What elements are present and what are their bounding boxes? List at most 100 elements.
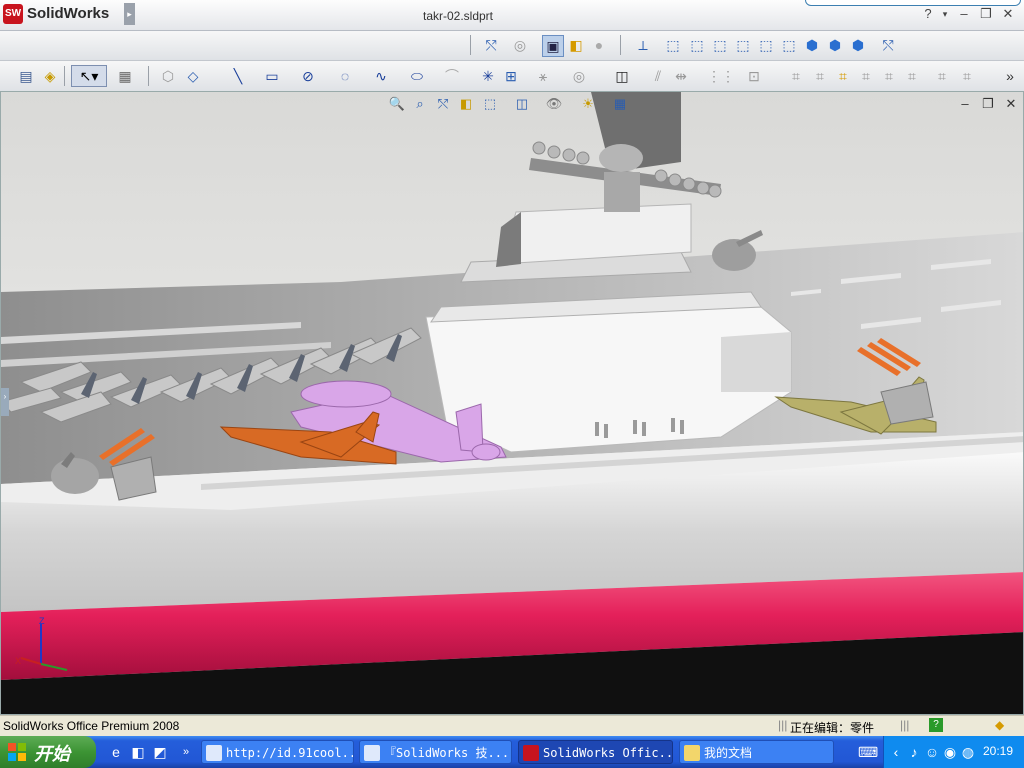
hide-show-items-icon[interactable]: 👁 — [545, 95, 563, 113]
task-label: 『SolidWorks 技... — [384, 746, 510, 760]
rapid-sketch-icon[interactable]: ⌗ — [833, 66, 853, 86]
panel-toggle-handle[interactable]: › — [1, 388, 9, 416]
toolbar-separator — [470, 35, 471, 55]
task-button-ie-2[interactable]: 『SolidWorks 技... — [359, 740, 512, 764]
zoom-to-fit-icon[interactable]: 🔍 — [388, 95, 406, 113]
task-label: SolidWorks Offic... — [543, 746, 673, 760]
property-manager-icon[interactable]: ▤ — [16, 66, 36, 86]
view-toolbar: ⤲ ◎ ▣ ◧ ● ⟂ ⬚ ⬚ ⬚ ⬚ ⬚ ⬚ ⬢ ⬢ ⬢ ⤲ — [0, 31, 1024, 61]
volume-icon[interactable]: ♪ — [906, 744, 922, 760]
top-view-icon[interactable]: ⬚ — [756, 35, 776, 55]
apply-scene-icon[interactable]: ▦ — [611, 95, 629, 113]
help-dropdown-icon[interactable]: ▾ — [937, 6, 953, 22]
sketch-picture-icon[interactable]: ⌗ — [879, 66, 899, 86]
instant-3d-icon[interactable]: ⌗ — [856, 66, 876, 86]
shaded-with-edges-icon[interactable]: ▣ — [542, 35, 564, 57]
arc-icon[interactable]: ◌ — [335, 66, 355, 86]
windows-flag-icon — [8, 743, 26, 761]
section-view-icon[interactable]: ◧ — [457, 95, 475, 113]
sketch-toolbar: ▤ ◈ ↖▾ ▦ ⬡ ◇ ╲ ▭ ⊘ ◌ ∿ ⬭ ⌒ ✳ ⊞ ⚹ ◎ ◫ ⫽ ⇹… — [0, 61, 1024, 92]
rebuild-icon[interactable]: ◈ — [40, 66, 60, 86]
shaded-icon[interactable]: ◧ — [566, 35, 586, 55]
tag-icon[interactable]: ◆ — [995, 718, 1009, 732]
left-view-icon[interactable]: ⬚ — [710, 35, 730, 55]
modify-sketch-icon[interactable]: ⌗ — [957, 66, 977, 86]
centerline-icon[interactable]: ⊞ — [501, 66, 521, 86]
start-button[interactable]: 开始 — [0, 736, 96, 768]
circle-icon[interactable]: ⊘ — [298, 66, 318, 86]
display-style-dropdown-icon[interactable]: ◫ — [513, 95, 531, 113]
sketch-text-icon[interactable]: ⌗ — [902, 66, 922, 86]
viewport-minimize-button[interactable]: – — [956, 95, 974, 113]
desktop-quicklaunch-icon[interactable]: ◩ — [152, 744, 168, 760]
axis-x-label: X — [15, 656, 21, 666]
hidden-lines-icon[interactable]: ◎ — [510, 35, 530, 55]
isometric-view-icon[interactable]: ⬢ — [802, 35, 822, 55]
media-quicklaunch-icon[interactable]: ◧ — [130, 744, 146, 760]
repair-sketch-icon[interactable]: ⌗ — [786, 66, 806, 86]
clock: 20:19 — [982, 744, 1013, 758]
security-icon[interactable]: ◉ — [942, 744, 958, 760]
normal-to-icon[interactable]: ⟂ — [633, 35, 653, 55]
task-button-my-documents[interactable]: 我的文档 — [679, 740, 834, 764]
previous-view-icon[interactable]: ⤲ — [434, 95, 452, 113]
title-bar: SW SolidWorks ▸ takr-02.sldprt ? ▾ – ❐ ✕ — [0, 0, 1024, 31]
restore-button[interactable]: ❐ — [978, 6, 994, 22]
mirror-icon[interactable]: ⫽ — [648, 66, 668, 86]
trim-icon[interactable]: ⚹ — [533, 66, 553, 86]
help-button[interactable]: ? — [920, 6, 936, 22]
minimize-button[interactable]: – — [956, 6, 972, 22]
quicklaunch-overflow-icon[interactable]: » — [178, 744, 194, 760]
check-sketch-icon[interactable]: ⌗ — [932, 66, 952, 86]
messenger-icon[interactable]: ☺ — [924, 744, 940, 760]
folder-icon — [684, 745, 700, 761]
convert-entities-icon[interactable]: ◫ — [612, 66, 632, 86]
task-label: http://id.91cool... — [226, 746, 354, 760]
select-button[interactable]: ↖▾ — [71, 65, 107, 87]
status-bar: SolidWorks Office Premium 2008 ||| 正在编辑：… — [0, 715, 1024, 736]
point-icon[interactable]: ✳ — [478, 66, 498, 86]
zoom-to-area-icon[interactable]: ⌕ — [411, 95, 429, 113]
relations-icon[interactable]: ⊡ — [744, 66, 764, 86]
close-button[interactable]: ✕ — [1000, 6, 1016, 22]
ship-model-render[interactable]: Z X — [1, 92, 1024, 715]
grid-icon[interactable]: ▦ — [115, 66, 135, 86]
move-entities-icon[interactable]: ⇹ — [671, 66, 691, 86]
task-button-solidworks[interactable]: SolidWorks Offic... — [518, 740, 673, 764]
trimetric-view-icon[interactable]: ⬢ — [825, 35, 845, 55]
windows-taskbar: 开始 e ◧ ◩ » http://id.91cool... 『SolidWor… — [0, 736, 1024, 768]
back-view-icon[interactable]: ⬚ — [687, 35, 707, 55]
edit-appearance-icon[interactable]: ☀ — [579, 95, 597, 113]
right-view-icon[interactable]: ⬚ — [733, 35, 753, 55]
task-label: 我的文档 — [704, 746, 753, 760]
dimetric-view-icon[interactable]: ⬢ — [848, 35, 868, 55]
bottom-view-icon[interactable]: ⬚ — [779, 35, 799, 55]
view-orientation-icon[interactable]: ⤲ — [481, 35, 501, 55]
view-selector-icon[interactable]: ⤲ — [878, 35, 898, 55]
smart-dimension-icon[interactable]: ◇ — [183, 66, 203, 86]
spline-icon[interactable]: ∿ — [371, 66, 391, 86]
front-view-icon[interactable]: ⬚ — [663, 35, 683, 55]
line-icon[interactable]: ╲ — [228, 66, 248, 86]
ie-quicklaunch-icon[interactable]: e — [108, 744, 124, 760]
tray-expand-icon[interactable]: ‹ — [888, 744, 904, 760]
view-orientation-dropdown-icon[interactable]: ⬚ — [481, 95, 499, 113]
shadows-icon[interactable]: ● — [589, 35, 609, 55]
linear-pattern-icon[interactable]: ⋮⋮ — [707, 66, 735, 86]
fillet-icon[interactable]: ⌒ — [442, 66, 462, 86]
status-separator: ||| — [900, 718, 910, 732]
network-icon[interactable]: ◍ — [960, 744, 976, 760]
keyboard-icon[interactable]: ⌨ — [858, 744, 878, 760]
graphics-viewport[interactable]: Z X 🔍 ⌕ ⤲ ◧ ⬚ ◫ 👁 ☀ ▦ – ❐ ✕ › — [0, 91, 1024, 715]
offset-icon[interactable]: ◎ — [569, 66, 589, 86]
toolbar-separator — [148, 66, 149, 86]
sketch-icon[interactable]: ⬡ — [158, 66, 178, 86]
rectangle-icon[interactable]: ▭ — [262, 66, 282, 86]
viewport-restore-button[interactable]: ❐ — [979, 95, 997, 113]
ellipse-icon[interactable]: ⬭ — [407, 66, 427, 86]
quick-snaps-icon[interactable]: ⌗ — [810, 66, 830, 86]
task-button-ie-1[interactable]: http://id.91cool... — [201, 740, 354, 764]
help-status-icon[interactable]: ? — [929, 718, 943, 732]
viewport-close-button[interactable]: ✕ — [1002, 95, 1020, 113]
toolbar-overflow-icon[interactable]: » — [1000, 66, 1020, 86]
